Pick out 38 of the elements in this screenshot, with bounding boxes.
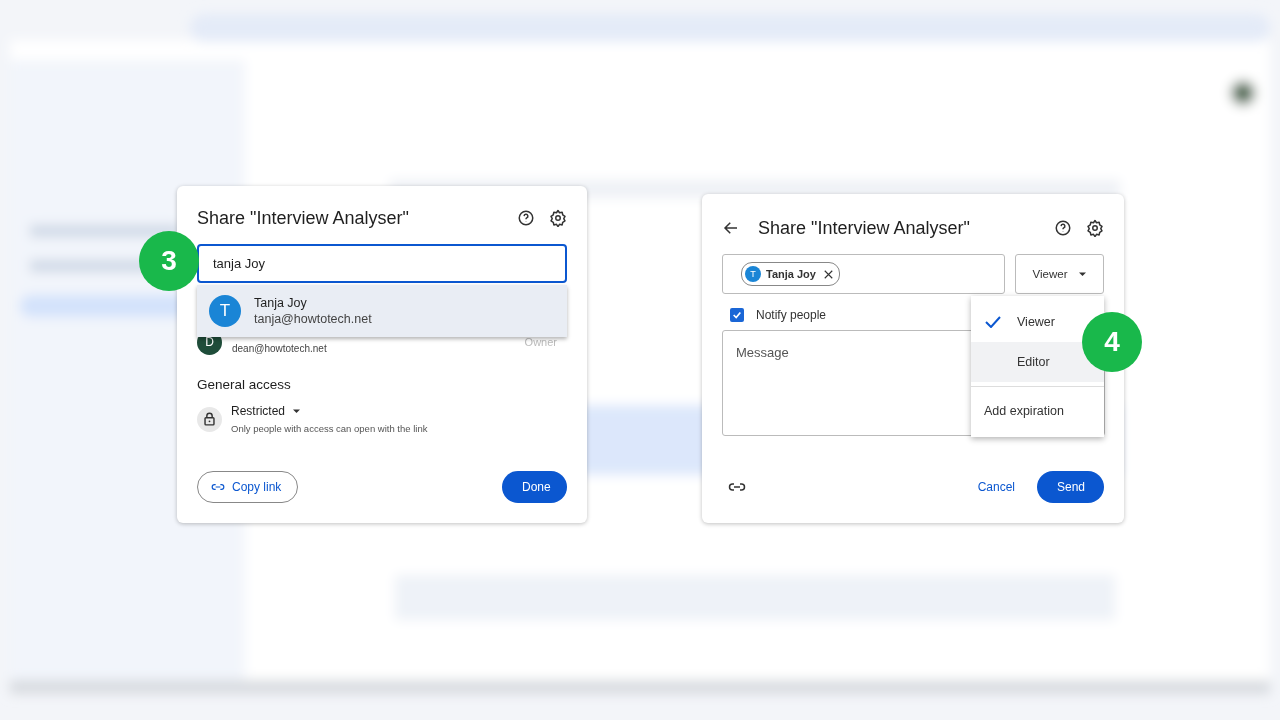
checkbox[interactable] (730, 308, 744, 322)
link-icon[interactable] (728, 482, 746, 492)
done-button[interactable]: Done (502, 471, 567, 503)
help-icon[interactable] (1054, 219, 1072, 237)
role-dropdown[interactable]: Viewer (1015, 254, 1104, 294)
copy-link-button[interactable]: Copy link (197, 471, 299, 503)
recipients-field[interactable]: T Tanja Joy (722, 254, 1005, 294)
owner-role: Owner (524, 336, 557, 348)
lock-icon (197, 407, 222, 432)
access-dropdown[interactable]: Restricted (231, 404, 301, 418)
help-icon[interactable] (517, 209, 535, 227)
suggestion-item[interactable]: T Tanja Joy tanja@howtotech.net (197, 285, 567, 337)
settings-icon[interactable] (549, 209, 567, 227)
section-heading: General access (197, 377, 292, 392)
cancel-button[interactable]: Cancel (969, 474, 1023, 500)
link-icon (211, 483, 225, 491)
caret-icon (1079, 271, 1087, 277)
recipient-chip[interactable]: T Tanja Joy (741, 262, 840, 286)
settings-icon[interactable] (1086, 219, 1104, 237)
avatar: T (745, 266, 761, 282)
close-icon[interactable] (823, 269, 833, 279)
check-icon (985, 316, 1001, 328)
send-button[interactable]: Send (1037, 471, 1104, 503)
checkmark-icon (732, 309, 742, 321)
back-arrow-icon[interactable] (722, 219, 740, 237)
dialog-title: Share "Interview Analyser" (758, 217, 970, 239)
dialog-title: Share "Interview Analyser" (197, 207, 409, 229)
checkbox-label: Notify people (756, 308, 827, 322)
contact-name: Tanja Joy (254, 295, 308, 311)
caret-icon (293, 408, 301, 414)
access-description: Only people with access can open with the link (231, 423, 428, 434)
recipient-name: Tanja Joy (766, 268, 816, 280)
menu-item[interactable]: Editor (971, 342, 1104, 382)
search-field[interactable]: tanja Joy (197, 244, 567, 283)
contact-email: tanja@howtotech.net (254, 311, 372, 327)
avatar: T (209, 295, 241, 327)
menu-item[interactable]: Add expiration (971, 391, 1104, 431)
owner-email: dean@howtotech.net (232, 342, 327, 354)
